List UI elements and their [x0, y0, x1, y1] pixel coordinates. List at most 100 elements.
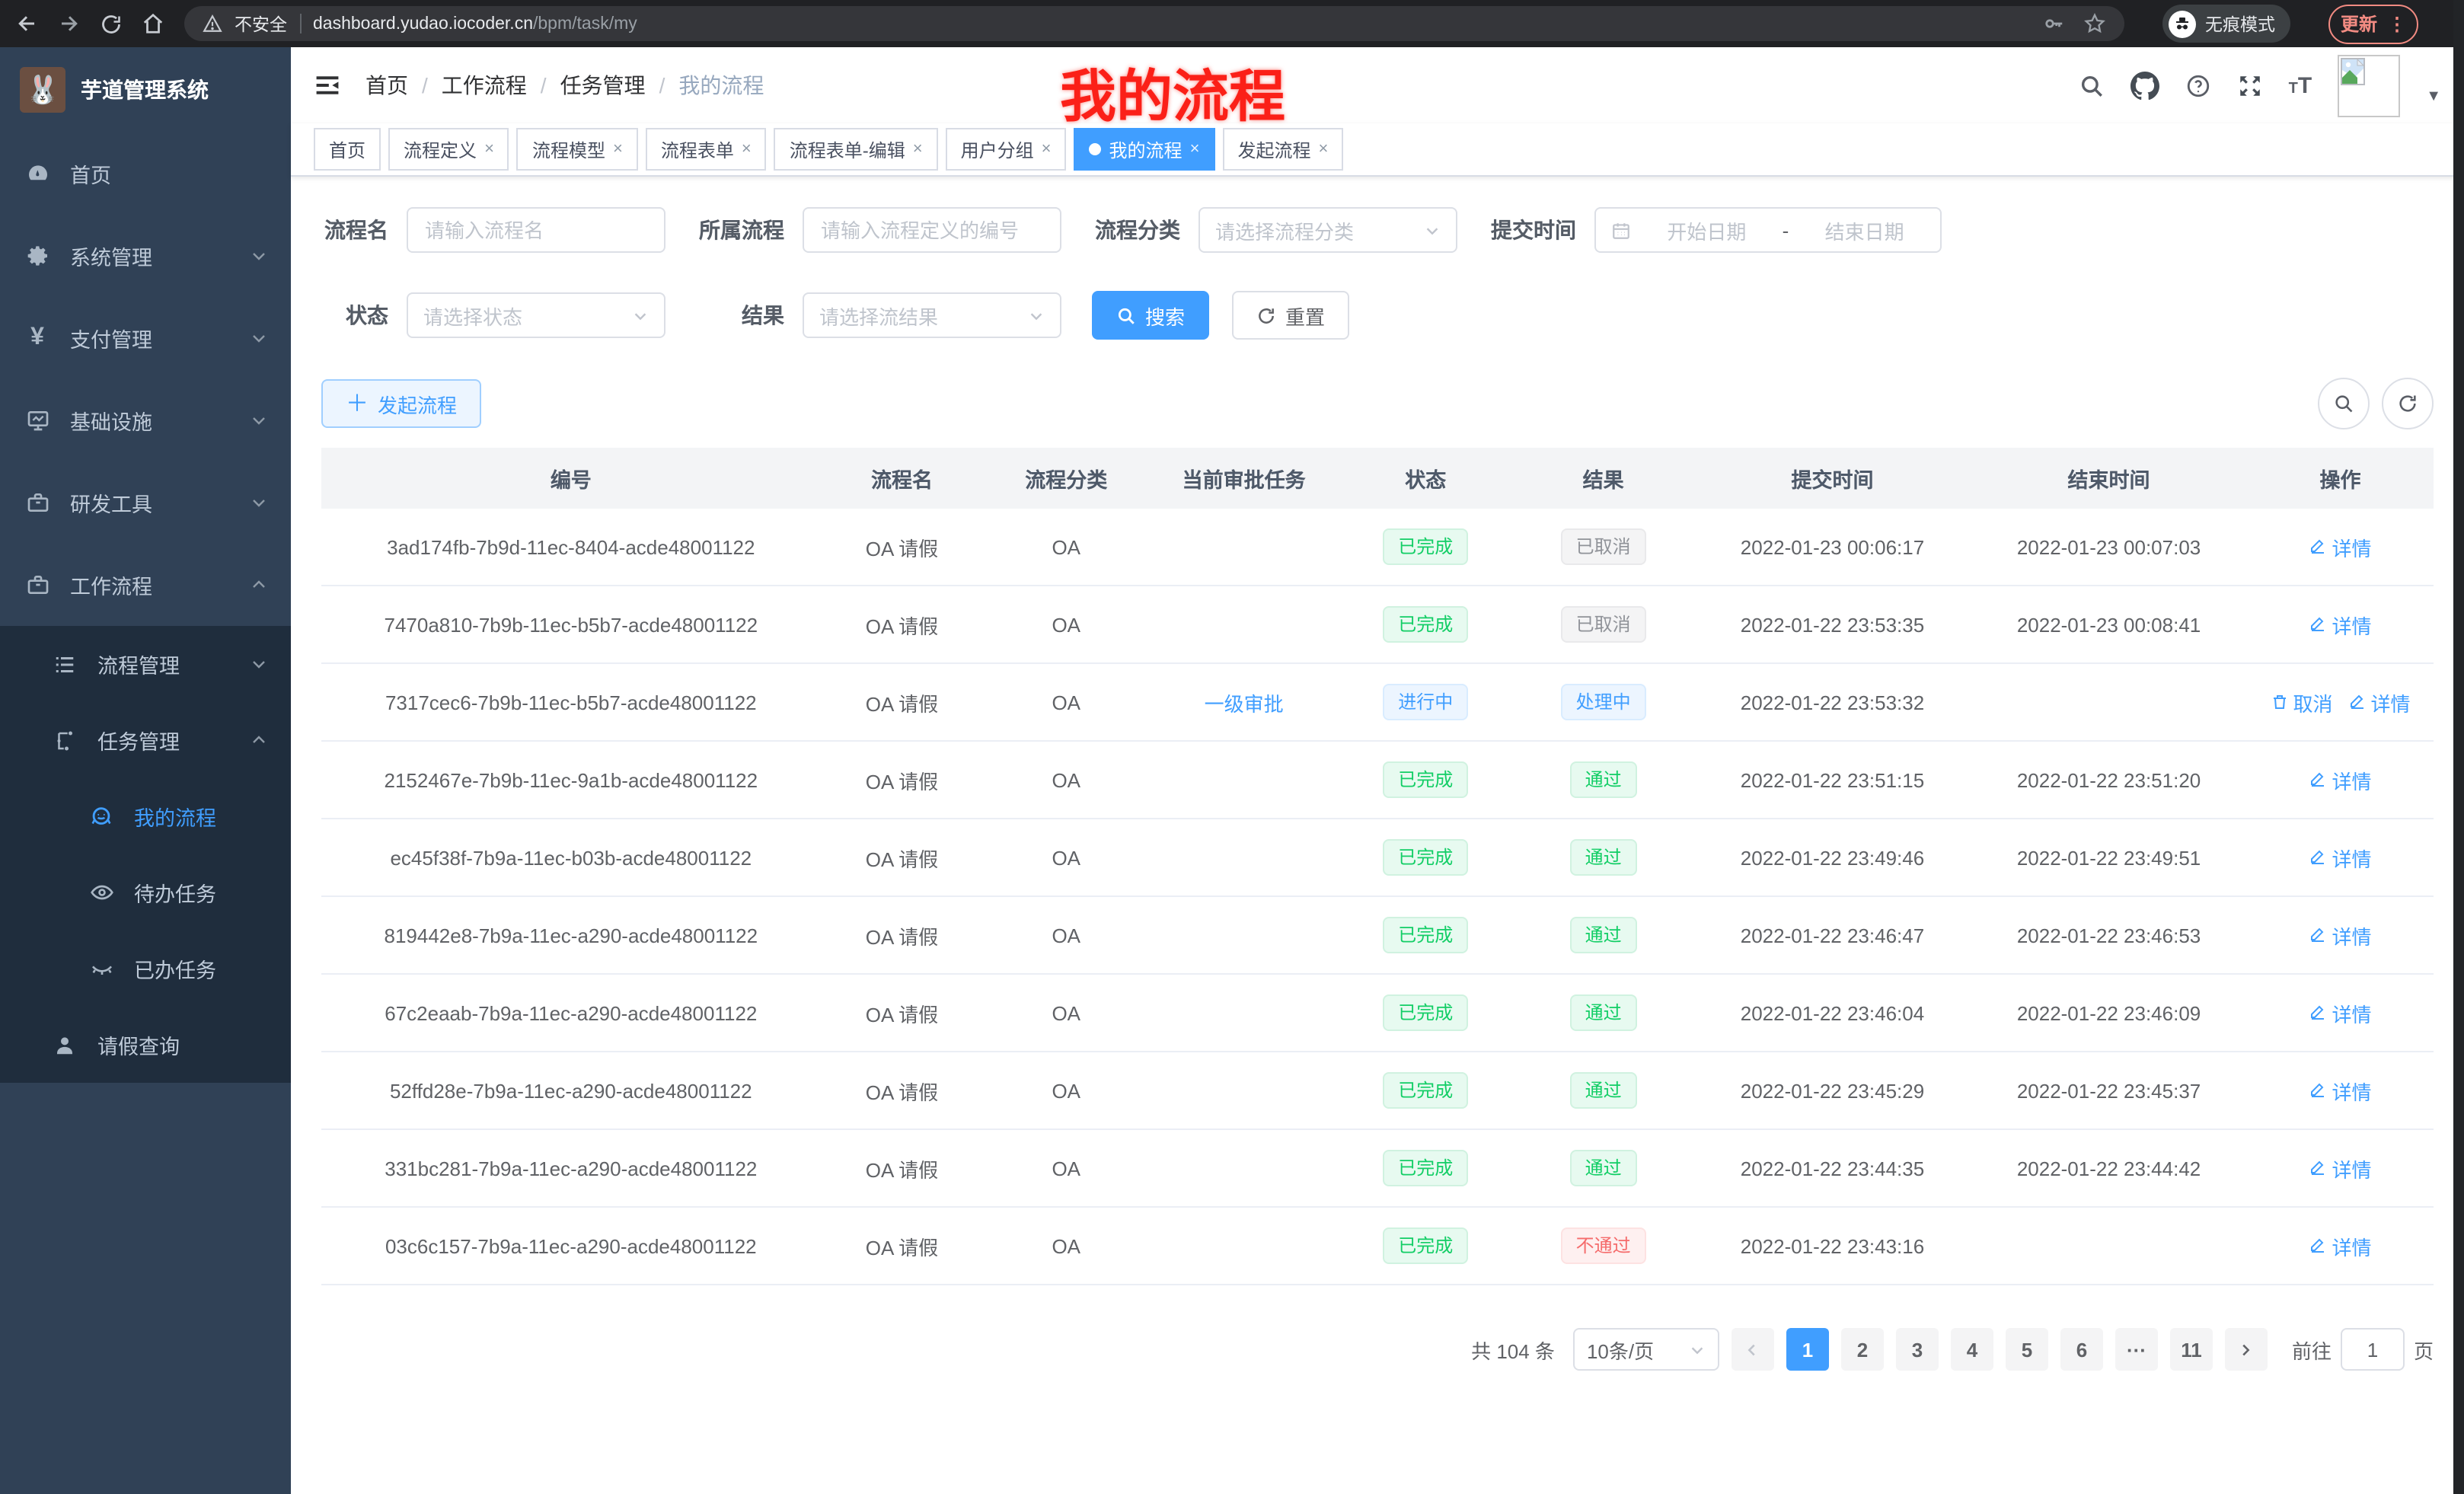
main-area: 我的流程 首页 / 工作流程 / 任务管理 / 我的流程 TT — [291, 47, 2464, 1494]
status-select[interactable]: 请选择状态 — [407, 292, 665, 338]
show-search-button[interactable] — [2318, 378, 2370, 429]
start-date-placeholder[interactable]: 开始日期 — [1646, 215, 1767, 244]
tab-start-process[interactable]: 发起流程× — [1222, 128, 1343, 171]
sidebar-collapse-icon[interactable] — [314, 72, 341, 99]
bookmark-star-icon[interactable] — [2083, 12, 2106, 35]
sidebar-item-todo-task[interactable]: 待办任务 — [0, 854, 291, 931]
page-button-2[interactable]: 2 — [1841, 1328, 1884, 1371]
sidebar-item-workflow[interactable]: 工作流程 — [0, 544, 291, 626]
annotation-overlay-text: 我的流程 — [1060, 50, 1285, 132]
detail-link[interactable]: 详情 — [2309, 765, 2372, 794]
reload-icon[interactable] — [101, 13, 122, 34]
create-process-button[interactable]: ＋ 发起流程 — [321, 379, 481, 428]
sidebar-item-devtools[interactable]: 研发工具 — [0, 461, 291, 544]
yen-icon: ¥ — [24, 324, 50, 352]
reset-button[interactable]: 重置 — [1232, 291, 1349, 340]
detail-link[interactable]: 详情 — [2309, 998, 2372, 1027]
page-ellipsis[interactable]: ··· — [2115, 1328, 2158, 1371]
workflow-submenu: 流程管理 任务管理 我的流程 待办任务 已办 — [0, 626, 291, 1083]
detail-link[interactable]: 详情 — [2348, 688, 2411, 717]
tab-user-group[interactable]: 用户分组× — [946, 128, 1067, 171]
prev-page-button[interactable] — [1732, 1328, 1774, 1371]
refresh-button[interactable] — [2382, 378, 2434, 429]
github-icon[interactable] — [2130, 71, 2159, 100]
forward-icon[interactable] — [58, 12, 81, 35]
tab-home[interactable]: 首页 — [314, 128, 381, 171]
breadcrumb-workflow[interactable]: 工作流程 — [442, 70, 527, 101]
close-icon[interactable]: × — [1190, 140, 1200, 158]
end-date-placeholder[interactable]: 结束日期 — [1804, 215, 1925, 244]
breadcrumb-home[interactable]: 首页 — [365, 70, 408, 101]
detail-link[interactable]: 详情 — [2309, 1154, 2372, 1183]
status-badge: 已完成 — [1383, 1072, 1468, 1109]
page-button-6[interactable]: 6 — [2060, 1328, 2103, 1371]
sidebar-item-process-mgmt[interactable]: 流程管理 — [0, 626, 291, 702]
detail-link[interactable]: 详情 — [2309, 843, 2372, 872]
tab-process-definition[interactable]: 流程定义× — [388, 128, 509, 171]
sidebar-item-payment[interactable]: ¥ 支付管理 — [0, 297, 291, 379]
tab-process-model[interactable]: 流程模型× — [517, 128, 638, 171]
tab-process-form[interactable]: 流程表单× — [646, 128, 767, 171]
browser-update-button[interactable]: 更新 ⋮ — [2328, 4, 2418, 43]
process-table: 编号 流程名 流程分类 当前审批任务 状态 结果 提交时间 结束时间 操作 — [321, 448, 2434, 1285]
tab-process-form-edit[interactable]: 流程表单-编辑× — [774, 128, 938, 171]
caret-down-icon[interactable]: ▼ — [2426, 88, 2441, 104]
help-icon[interactable] — [2185, 72, 2211, 98]
cancel-link[interactable]: 取消 — [2271, 688, 2333, 717]
sidebar-item-leave-query[interactable]: 请假查询 — [0, 1007, 291, 1083]
current-task-link[interactable]: 一级审批 — [1205, 692, 1284, 715]
category-select[interactable]: 请选择流程分类 — [1198, 207, 1457, 253]
submit-time-range-picker[interactable]: 开始日期 - 结束日期 — [1594, 207, 1942, 253]
detail-link[interactable]: 详情 — [2309, 532, 2372, 561]
page-button-1[interactable]: 1 — [1786, 1328, 1829, 1371]
sidebar-item-label: 工作流程 — [70, 570, 152, 600]
not-secure-label[interactable]: 不安全 — [235, 11, 287, 36]
tab-my-process[interactable]: 我的流程× — [1074, 128, 1215, 171]
next-page-button[interactable] — [2225, 1328, 2268, 1371]
page-button-3[interactable]: 3 — [1896, 1328, 1939, 1371]
detail-link[interactable]: 详情 — [2309, 1231, 2372, 1260]
sidebar-item-task-mgmt[interactable]: 任务管理 — [0, 702, 291, 778]
close-icon[interactable]: × — [1318, 140, 1328, 158]
detail-link[interactable]: 详情 — [2309, 921, 2372, 950]
browser-menu-icon[interactable]: ⋮ — [2388, 13, 2406, 34]
breadcrumb-task-mgmt[interactable]: 任务管理 — [560, 70, 646, 101]
chevron-down-icon — [250, 493, 268, 512]
font-size-icon[interactable]: TT — [2289, 74, 2312, 97]
detail-link[interactable]: 详情 — [2309, 1076, 2372, 1105]
page-button-4[interactable]: 4 — [1951, 1328, 1993, 1371]
search-button[interactable]: 搜索 — [1092, 291, 1209, 340]
search-icon[interactable] — [2079, 72, 2105, 98]
close-icon[interactable]: × — [913, 140, 923, 158]
page-size-select[interactable]: 10条/页 — [1573, 1328, 1719, 1371]
back-icon[interactable] — [15, 12, 38, 35]
url-bar[interactable]: 不安全 dashboard.yudao.iocoder.cn/bpm/task/… — [184, 6, 2124, 41]
url-text[interactable]: dashboard.yudao.iocoder.cn/bpm/task/my — [313, 14, 637, 33]
process-name-input[interactable] — [407, 207, 665, 253]
chevron-down-icon — [1028, 307, 1045, 324]
close-icon[interactable]: × — [1042, 140, 1052, 158]
avatar[interactable] — [2338, 54, 2400, 117]
close-icon[interactable]: × — [484, 140, 494, 158]
close-icon[interactable]: × — [742, 140, 752, 158]
detail-link[interactable]: 详情 — [2309, 610, 2372, 639]
page-button-5[interactable]: 5 — [2006, 1328, 2048, 1371]
key-icon[interactable] — [2042, 12, 2065, 35]
sidebar-item-infra[interactable]: 基础设施 — [0, 379, 291, 461]
home-icon[interactable] — [142, 12, 164, 35]
fullscreen-icon[interactable] — [2237, 72, 2263, 98]
filter-row-1: 流程名 所属流程 流程分类 请选择流程分类 提交时间 开始日期 - 结束日期 — [321, 207, 2434, 253]
sidebar-logo[interactable]: 🐰 芋道管理系统 — [0, 47, 291, 132]
sidebar-item-my-process[interactable]: 我的流程 — [0, 778, 291, 854]
table-row: 331bc281-7b9a-11ec-a290-acde48001122OA 请… — [321, 1129, 2434, 1207]
result-select[interactable]: 请选择流结果 — [803, 292, 1061, 338]
sidebar-item-system[interactable]: 系统管理 — [0, 215, 291, 297]
table-row: 7317cec6-7b9b-11ec-b5b7-acde48001122OA 请… — [321, 663, 2434, 741]
category-select-placeholder: 请选择流程分类 — [1215, 215, 1354, 244]
page-button-11[interactable]: 11 — [2170, 1328, 2213, 1371]
goto-page-input[interactable] — [2341, 1328, 2405, 1371]
sidebar-item-home[interactable]: 首页 — [0, 132, 291, 215]
sidebar-item-done-task[interactable]: 已办任务 — [0, 931, 291, 1007]
process-definition-input[interactable] — [803, 207, 1061, 253]
close-icon[interactable]: × — [613, 140, 623, 158]
